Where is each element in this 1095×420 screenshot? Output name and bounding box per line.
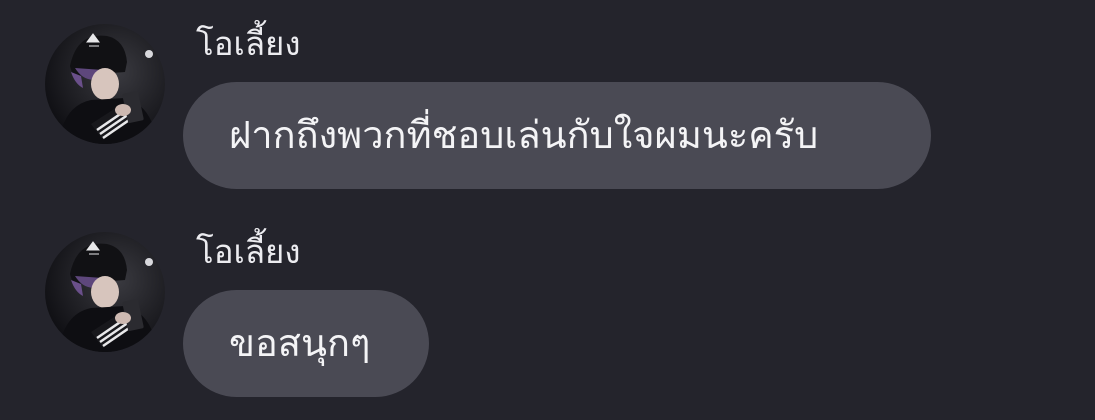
avatar-photo-icon [45,24,165,144]
avatar-photo-icon [45,232,165,352]
user-avatar[interactable] [45,24,165,144]
chat-message: โอเลี้ยง ขอสนุกๆ [0,208,1095,408]
message-bubble[interactable]: ฝากถึงพวกที่ชอบเล่นกับใจผมนะครับ [183,82,931,189]
user-avatar[interactable] [45,232,165,352]
chat-message: โอเลี้ยง ฝากถึงพวกที่ชอบเล่นกับใจผมนะครั… [0,0,1095,200]
message-text: ขอสนุกๆ [229,321,371,365]
sender-name: โอเลี้ยง [196,232,301,271]
message-text: ฝากถึงพวกที่ชอบเล่นกับใจผมนะครับ [229,113,819,157]
message-bubble[interactable]: ขอสนุกๆ [183,290,429,397]
sender-name: โอเลี้ยง [196,24,301,63]
